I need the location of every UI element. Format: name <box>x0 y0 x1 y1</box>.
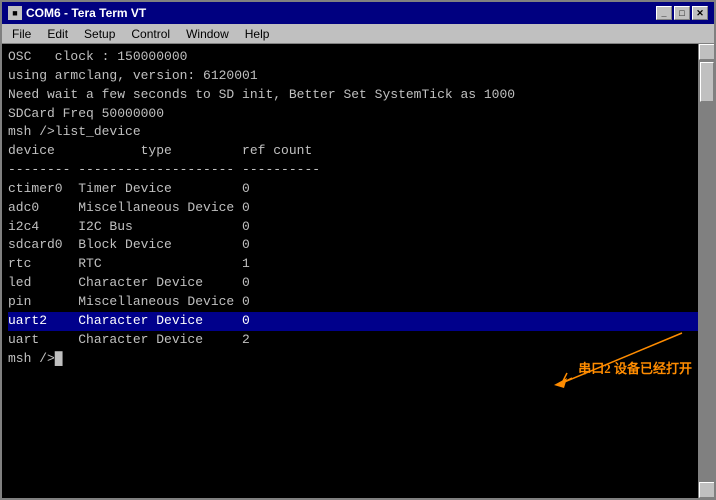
menu-file[interactable]: File <box>4 25 39 43</box>
terminal-line: sdcard0 Block Device 0 <box>8 236 708 255</box>
terminal-line: Need wait a few seconds to SD init, Bett… <box>8 86 708 105</box>
title-bar-left: ■ COM6 - Tera Term VT <box>8 6 146 20</box>
app-icon: ■ <box>8 6 22 20</box>
menu-setup[interactable]: Setup <box>76 25 123 43</box>
scrollbar[interactable]: ▲ ▼ <box>698 44 714 498</box>
menu-bar: File Edit Setup Control Window Help <box>2 24 714 44</box>
scroll-down-button[interactable]: ▼ <box>699 482 714 498</box>
terminal-line: SDCard Freq 50000000 <box>8 105 708 124</box>
scroll-up-button[interactable]: ▲ <box>699 44 714 60</box>
terminal-line: i2c4 I2C Bus 0 <box>8 218 708 237</box>
scroll-track[interactable] <box>699 60 714 482</box>
terminal-line: uart2 Character Device 0 <box>8 312 708 331</box>
window: ■ COM6 - Tera Term VT _ □ ✕ File Edit Se… <box>0 0 716 500</box>
scroll-thumb[interactable] <box>700 62 714 102</box>
terminal-line: uart Character Device 2 <box>8 331 708 350</box>
window-title: COM6 - Tera Term VT <box>26 6 146 20</box>
terminal-line: rtc RTC 1 <box>8 255 708 274</box>
minimize-button[interactable]: _ <box>656 6 672 20</box>
close-button[interactable]: ✕ <box>692 6 708 20</box>
terminal-line: ctimer0 Timer Device 0 <box>8 180 708 199</box>
terminal-line: device type ref count <box>8 142 708 161</box>
terminal-line: using armclang, version: 6120001 <box>8 67 708 86</box>
terminal-line: msh />█ <box>8 350 708 369</box>
title-buttons: _ □ ✕ <box>656 6 708 20</box>
menu-control[interactable]: Control <box>123 25 178 43</box>
title-bar: ■ COM6 - Tera Term VT _ □ ✕ <box>2 2 714 24</box>
menu-edit[interactable]: Edit <box>39 25 76 43</box>
terminal-line: pin Miscellaneous Device 0 <box>8 293 708 312</box>
terminal-content: OSC clock : 150000000using armclang, ver… <box>8 48 708 368</box>
terminal-line: msh />list_device <box>8 123 708 142</box>
menu-window[interactable]: Window <box>178 25 237 43</box>
menu-help[interactable]: Help <box>237 25 278 43</box>
terminal-line: -------- -------------------- ---------- <box>8 161 708 180</box>
terminal-line: adc0 Miscellaneous Device 0 <box>8 199 708 218</box>
terminal-line: OSC clock : 150000000 <box>8 48 708 67</box>
terminal-line: led Character Device 0 <box>8 274 708 293</box>
maximize-button[interactable]: □ <box>674 6 690 20</box>
terminal-area[interactable]: OSC clock : 150000000using armclang, ver… <box>2 44 714 498</box>
